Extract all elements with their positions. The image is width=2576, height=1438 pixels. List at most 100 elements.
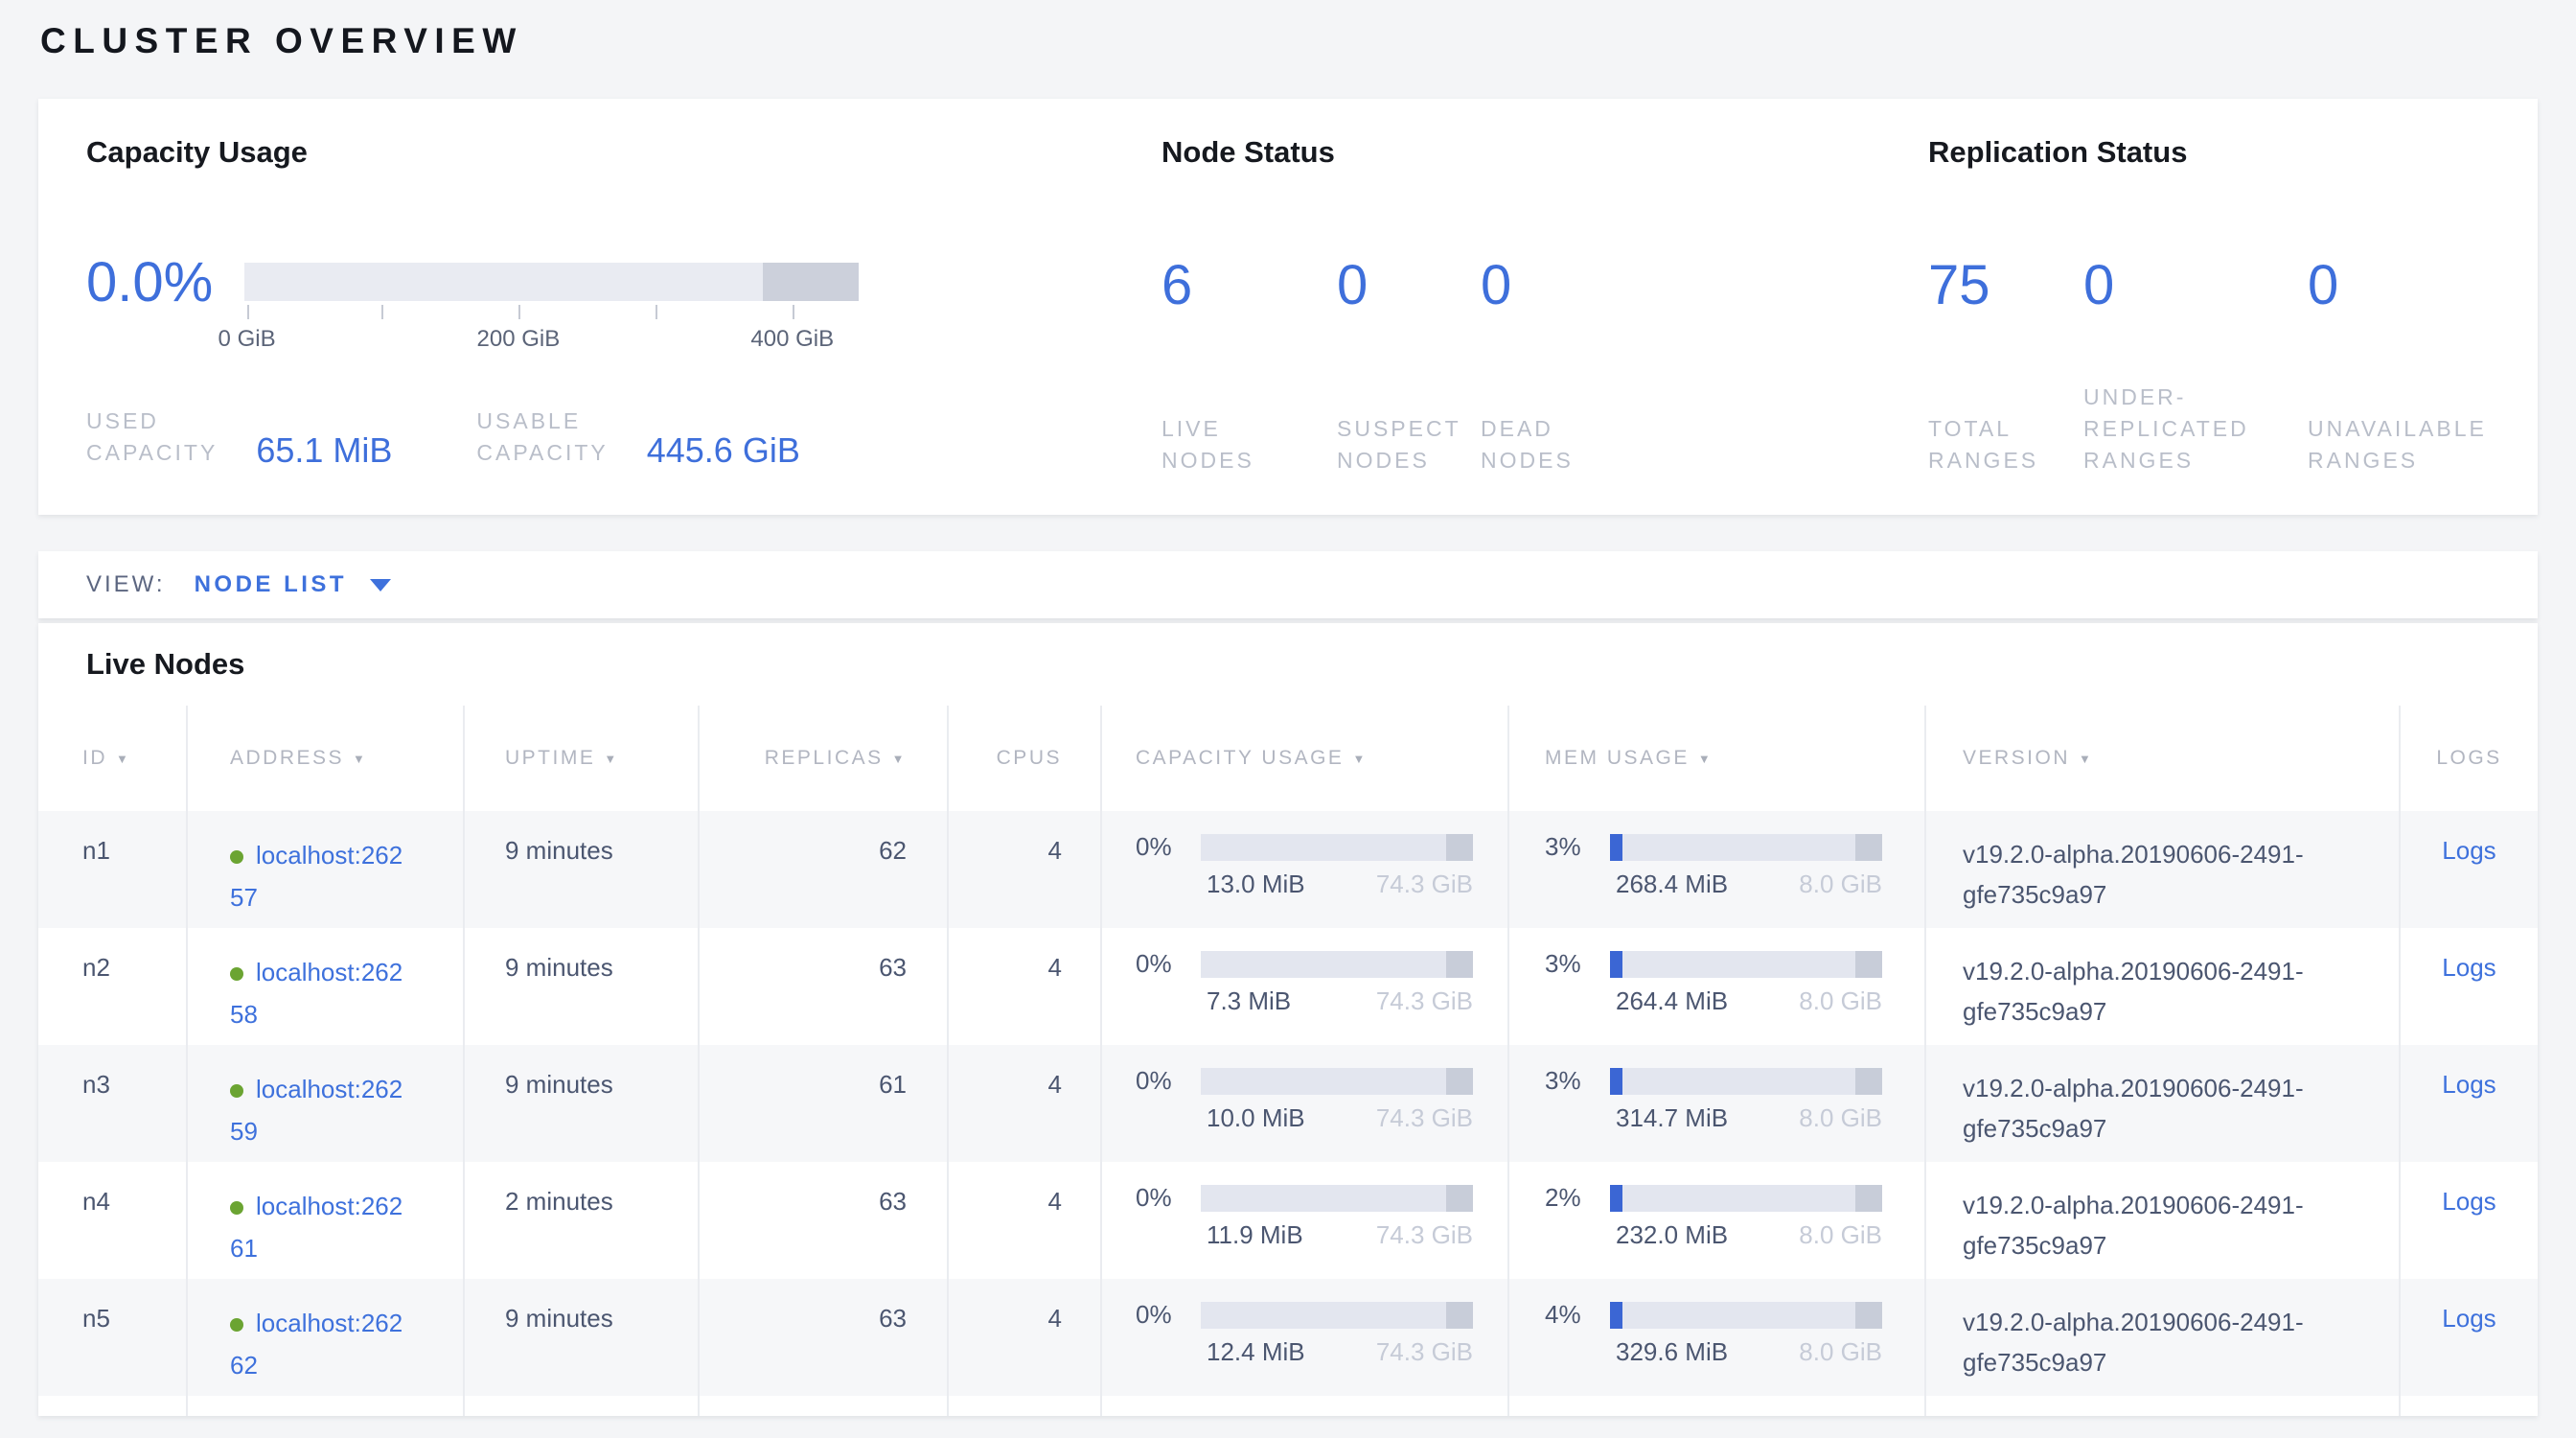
live-status-dot-icon (230, 967, 243, 981)
node-address-link[interactable]: localhost:26257 (230, 841, 402, 912)
node-status-heading: Node Status (1162, 134, 1890, 171)
sort-desc-icon: ▼ (2079, 752, 2093, 766)
capacity-usage-cell-percent: 0% (1136, 832, 1201, 862)
node-row-n2: n2localhost:262589 minutes6340%7.3 MiB74… (38, 928, 2538, 1045)
node-address-link[interactable]: localhost:26262 (230, 1309, 402, 1380)
view-selected-value[interactable]: NODE LIST (195, 571, 348, 598)
suspect-nodes-count: 0 (1337, 257, 1481, 314)
live-status-dot-icon (230, 1084, 243, 1098)
live-nodes-label: LIVE NODES (1162, 364, 1337, 476)
capacity-usage-cell-bar (1201, 1068, 1473, 1095)
capacity-usage-cell: 0%13.0 MiB74.3 GiB (1102, 811, 1509, 928)
column-header-replicas[interactable]: REPLICAS▼ (700, 706, 949, 811)
node-address-link[interactable]: localhost:26261 (230, 1192, 402, 1263)
replication-status-heading: Replication Status (1928, 134, 2542, 171)
partial-row (38, 1396, 2538, 1416)
mem-usage-cell-percent: 3% (1545, 949, 1610, 979)
node-row-n4: n4localhost:262612 minutes6340%11.9 MiB7… (38, 1162, 2538, 1279)
capacity-usage-cell: 0%11.9 MiB74.3 GiB (1102, 1162, 1509, 1279)
node-address-link[interactable]: localhost:26259 (230, 1075, 402, 1146)
node-logs-cell: Logs (2401, 1279, 2538, 1396)
column-header-id[interactable]: ID▼ (38, 706, 188, 811)
capacity-usage-cell-reserved-segment (1446, 951, 1473, 978)
node-uptime-cell: 9 minutes (465, 1279, 700, 1396)
mem-usage-cell-used-value: 268.4 MiB (1616, 870, 1728, 899)
mem-usage-cell-reserved-segment (1855, 1302, 1882, 1329)
column-header-label: CPUS (997, 747, 1062, 770)
dead-nodes-label: DEAD NODES (1481, 364, 1644, 476)
mem-usage-cell-bar (1610, 1185, 1882, 1212)
live-nodes-card: Live Nodes ID▼ADDRESS▼UPTIME▼REPLICAS▼CP… (38, 623, 2538, 1416)
capacity-usage-cell-used-value: 11.9 MiB (1207, 1220, 1303, 1250)
capacity-usage-cell-total-value: 74.3 GiB (1376, 1220, 1473, 1250)
capacity-usage-cell-reserved-segment (1446, 1302, 1473, 1329)
capacity-percent: 0.0% (86, 250, 244, 314)
axis-tick (381, 305, 383, 319)
mem-usage-cell-bar (1610, 1068, 1882, 1095)
capacity-gauge-bar (244, 263, 859, 301)
live-status-dot-icon (230, 1318, 243, 1332)
axis-tick-label: 200 GiB (477, 326, 561, 353)
node-replicas-cell: 63 (700, 928, 949, 1045)
column-header-label: REPLICAS (765, 747, 884, 770)
mem-usage-cell-used-value: 232.0 MiB (1616, 1220, 1728, 1250)
under-replicated-ranges-label: UNDER- REPLICATED RANGES (2083, 364, 2308, 476)
mem-usage-cell-used-fill (1610, 1302, 1622, 1329)
capacity-usage-cell-used-value: 10.0 MiB (1207, 1103, 1305, 1133)
column-header-memory[interactable]: MEM USAGE ▼ (1509, 706, 1926, 811)
mem-usage-cell-total-value: 8.0 GiB (1799, 1220, 1882, 1250)
column-header-version[interactable]: VERSION ▼ (1926, 706, 2401, 811)
node-id-cell: n4 (38, 1162, 188, 1279)
partial-cell (188, 1396, 465, 1416)
logs-link[interactable]: Logs (2442, 1187, 2496, 1216)
logs-link[interactable]: Logs (2442, 953, 2496, 982)
column-header-address[interactable]: ADDRESS▼ (188, 706, 465, 811)
mem-usage-cell-used-value: 329.6 MiB (1616, 1337, 1728, 1367)
suspect-nodes-label: SUSPECT NODES (1337, 364, 1481, 476)
column-header-label: ID (82, 747, 107, 770)
usable-capacity-value: 445.6 GiB (647, 430, 800, 471)
logs-link[interactable]: Logs (2442, 1070, 2496, 1099)
partial-cell (2401, 1396, 2538, 1416)
live-nodes-heading: Live Nodes (86, 646, 2538, 683)
node-address-cell: localhost:26262 (188, 1279, 465, 1396)
mem-usage-cell-percent: 2% (1545, 1183, 1610, 1213)
column-header-label: VERSION (1963, 747, 2070, 770)
column-header-label: LOGS (2436, 747, 2501, 770)
column-header-label: MEM USAGE (1545, 747, 1690, 770)
view-dropdown[interactable]: NODE LIST (195, 571, 392, 598)
capacity-usage-cell-used-value: 7.3 MiB (1207, 986, 1291, 1016)
node-address-cell: localhost:26261 (188, 1162, 465, 1279)
table-body: n1localhost:262579 minutes6240%13.0 MiB7… (38, 811, 2538, 1416)
logs-link[interactable]: Logs (2442, 836, 2496, 865)
node-status-section: Node Status 6 0 0 LIVE NODES SUSPECT NOD… (1162, 134, 1890, 515)
partial-cell (1102, 1396, 1509, 1416)
mem-usage-cell-total-value: 8.0 GiB (1799, 1337, 1882, 1367)
column-header-label: CAPACITY USAGE (1136, 747, 1344, 770)
cluster-summary-card: Capacity Usage 0.0% 0 GiB200 GiB400 GiB … (38, 99, 2538, 515)
column-header-label: ADDRESS (230, 747, 344, 770)
node-version-cell: v19.2.0-alpha.20190606-2491-gfe735c9a97 (1926, 1162, 2401, 1279)
column-header-uptime[interactable]: UPTIME▼ (465, 706, 700, 811)
node-id-cell: n5 (38, 1279, 188, 1396)
node-row-n5: n5localhost:262629 minutes6340%12.4 MiB7… (38, 1279, 2538, 1396)
node-version-cell: v19.2.0-alpha.20190606-2491-gfe735c9a97 (1926, 1279, 2401, 1396)
capacity-usage-cell-reserved-segment (1446, 834, 1473, 861)
mem-usage-cell: 3%268.4 MiB8.0 GiB (1509, 811, 1926, 928)
logs-link[interactable]: Logs (2442, 1304, 2496, 1333)
partial-cell (38, 1396, 188, 1416)
live-status-dot-icon (230, 850, 243, 864)
node-id-cell: n2 (38, 928, 188, 1045)
dead-nodes-count: 0 (1481, 257, 1644, 314)
mem-usage-cell-bar (1610, 951, 1882, 978)
mem-usage-cell: 3%264.4 MiB8.0 GiB (1509, 928, 1926, 1045)
mem-usage-cell-used-value: 264.4 MiB (1616, 986, 1728, 1016)
mem-usage-cell-reserved-segment (1855, 951, 1882, 978)
column-header-logs: LOGS (2401, 706, 2538, 811)
capacity-usage-cell-percent: 0% (1136, 949, 1201, 979)
sort-desc-icon: ▼ (1698, 752, 1713, 766)
mem-usage-cell-used-fill (1610, 1185, 1622, 1212)
node-address-link[interactable]: localhost:26258 (230, 958, 402, 1029)
column-header-capacity[interactable]: CAPACITY USAGE▼ (1102, 706, 1509, 811)
node-replicas-cell: 63 (700, 1162, 949, 1279)
